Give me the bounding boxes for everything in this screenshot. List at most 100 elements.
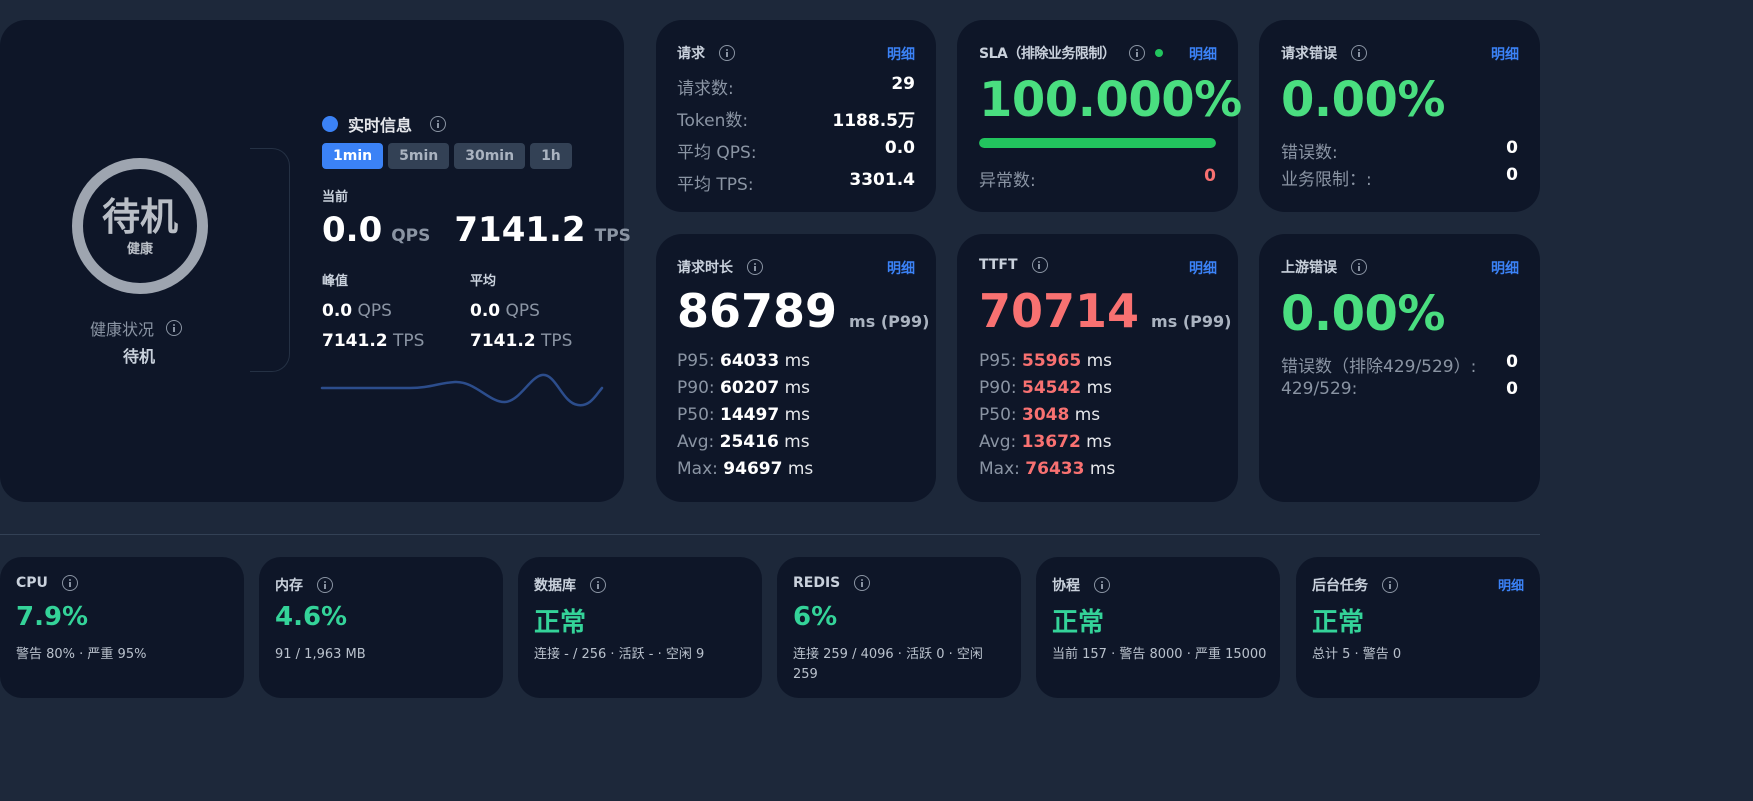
avg-qps-value: 0.0 bbox=[470, 301, 501, 321]
info-icon[interactable] bbox=[1382, 577, 1398, 593]
info-icon[interactable] bbox=[747, 259, 763, 275]
row-value: 0 bbox=[1506, 352, 1518, 372]
stat-value: 60207 bbox=[720, 378, 780, 398]
stat-unit: ms bbox=[1069, 405, 1101, 425]
row-value: 0 bbox=[1506, 165, 1518, 185]
requests-title-text: 请求 bbox=[677, 46, 705, 62]
background-tasks-card: 后台任务 明细 正常 总计 5 · 警告 0 bbox=[1296, 557, 1540, 698]
memory-card: 内存 4.6% 91 / 1,963 MB bbox=[259, 557, 503, 698]
ttft-p99: 70714 ms (P99) bbox=[979, 284, 1231, 338]
upstream-errors-card: 上游错误 明细 0.00% 错误数（排除429/529）: 0 429/529: 0 bbox=[1259, 234, 1540, 502]
peak-block: 峰值 0.0 QPS 7141.2 TPS bbox=[322, 270, 424, 356]
window-30min-button[interactable]: 30min bbox=[454, 143, 526, 169]
current-tps-unit: TPS bbox=[594, 226, 631, 246]
database-title: 数据库 bbox=[534, 575, 606, 595]
throughput-sparkline bbox=[320, 373, 604, 407]
info-icon[interactable] bbox=[1094, 577, 1110, 593]
stat-unit: ms bbox=[782, 459, 814, 479]
row-label: 平均 TPS: bbox=[677, 175, 754, 195]
ttft-p99-value: 70714 bbox=[979, 284, 1140, 338]
current-label: 当前 bbox=[322, 190, 349, 205]
info-icon[interactable] bbox=[854, 575, 871, 591]
avg-tps-unit: TPS bbox=[541, 331, 573, 351]
window-1h-button[interactable]: 1h bbox=[530, 143, 572, 169]
current-tps-value: 7141.2 bbox=[454, 210, 586, 250]
stat-value: 3048 bbox=[1022, 405, 1070, 425]
average-block: 平均 0.0 QPS 7141.2 TPS bbox=[470, 270, 572, 356]
request-errors-title-text: 请求错误 bbox=[1281, 46, 1337, 62]
row-value: 0 bbox=[1506, 379, 1518, 399]
stat-label: P90: bbox=[677, 378, 721, 398]
stat-value: 13672 bbox=[1021, 432, 1081, 452]
avg-tps-value: 7141.2 bbox=[470, 331, 536, 351]
window-1min-button[interactable]: 1min bbox=[322, 143, 384, 169]
info-icon[interactable] bbox=[166, 320, 183, 336]
avg-qps: 0.0 QPS bbox=[470, 296, 572, 326]
stat-unit: ms bbox=[1081, 378, 1112, 398]
info-icon[interactable] bbox=[590, 577, 606, 593]
sla-detail-link[interactable]: 明细 bbox=[1189, 44, 1217, 64]
goroutine-card: 协程 正常 当前 157 · 警告 8000 · 严重 15000 bbox=[1036, 557, 1280, 698]
row-value: 0 bbox=[1506, 138, 1518, 158]
info-icon[interactable] bbox=[1351, 45, 1367, 61]
info-icon[interactable] bbox=[719, 45, 735, 61]
sla-abnormal-row: 异常数: 0 bbox=[979, 166, 1216, 191]
window-5min-button[interactable]: 5min bbox=[388, 143, 450, 169]
stat-unit: ms bbox=[1084, 459, 1116, 479]
section-divider bbox=[0, 534, 1540, 535]
row-label: 错误数（排除429/529）: bbox=[1281, 357, 1477, 377]
sla-title: SLA（排除业务限制） bbox=[979, 43, 1164, 63]
info-icon[interactable] bbox=[317, 577, 333, 593]
duration-stats: P95: 64033 ms P90: 60207 ms P50: 14497 m… bbox=[677, 348, 813, 483]
health-overview-card: 待机 健康 健康状况 待机 实时信息 1min 5min 30min 1h 当前 0.… bbox=[0, 20, 631, 502]
duration-p99-unit: ms (P99) bbox=[849, 312, 930, 331]
sla-card: SLA（排除业务限制） 明细 100.000% 异常数: 0 bbox=[957, 20, 1242, 212]
upstream-errors-title-text: 上游错误 bbox=[1281, 260, 1337, 276]
info-icon[interactable] bbox=[1351, 259, 1367, 275]
ttft-detail-link[interactable]: 明细 bbox=[1189, 258, 1217, 278]
request-errors-detail-link[interactable]: 明细 bbox=[1491, 44, 1519, 64]
upstream-errors-row: 错误数（排除429/529）: 0 bbox=[1281, 352, 1518, 377]
background-tasks-title-text: 后台任务 bbox=[1312, 578, 1368, 594]
cpu-title-text: CPU bbox=[16, 575, 48, 591]
goroutine-value: 正常 bbox=[1052, 608, 1105, 638]
request-errors-value: 0.00% bbox=[1281, 72, 1446, 128]
health-ring-status: 待机 bbox=[101, 194, 178, 239]
realtime-dot-icon bbox=[322, 116, 338, 132]
request-duration-card: 请求时长 明细 86789 ms (P99) P95: 64033 ms P90… bbox=[656, 234, 936, 502]
upstream-errors-row: 429/529: 0 bbox=[1281, 379, 1518, 399]
info-icon[interactable] bbox=[1031, 257, 1048, 273]
upstream-errors-detail-link[interactable]: 明细 bbox=[1491, 258, 1519, 278]
info-icon[interactable] bbox=[1129, 45, 1146, 61]
request-errors-row: 业务限制：: 0 bbox=[1281, 165, 1518, 190]
goroutine-desc: 当前 157 · 警告 8000 · 严重 15000 bbox=[1052, 647, 1267, 662]
background-tasks-value: 正常 bbox=[1312, 608, 1365, 638]
stat-value: 54542 bbox=[1022, 378, 1082, 398]
goroutine-title-text: 协程 bbox=[1052, 578, 1080, 594]
info-icon[interactable] bbox=[430, 116, 447, 132]
stat-label: Avg: bbox=[677, 432, 720, 452]
background-tasks-detail-link[interactable]: 明细 bbox=[1498, 575, 1524, 594]
info-icon[interactable] bbox=[61, 575, 78, 591]
stat-unit: ms bbox=[778, 432, 810, 452]
cpu-value: 7.9% bbox=[16, 602, 89, 632]
health-status-ring: 待机 健康 bbox=[72, 158, 208, 294]
time-window-selector: 1min 5min 30min 1h bbox=[322, 143, 577, 169]
stat-unit: ms bbox=[779, 351, 810, 371]
stat-label: P95: bbox=[677, 351, 721, 371]
stat-row: P95: 55965 ms bbox=[979, 348, 1115, 375]
duration-title-text: 请求时长 bbox=[677, 260, 733, 276]
duration-detail-link[interactable]: 明细 bbox=[887, 258, 915, 278]
stat-value: 55965 bbox=[1022, 351, 1082, 371]
request-errors-title: 请求错误 bbox=[1281, 43, 1367, 63]
peak-tps-value: 7141.2 bbox=[322, 331, 388, 351]
stat-label: P50: bbox=[979, 405, 1023, 425]
cpu-desc: 警告 80% · 严重 95% bbox=[16, 647, 147, 662]
stat-value: 14497 bbox=[720, 405, 780, 425]
avg-label: 平均 bbox=[470, 274, 497, 289]
realtime-title: 实时信息 bbox=[348, 116, 413, 135]
requests-detail-link[interactable]: 明细 bbox=[887, 44, 915, 64]
duration-title: 请求时长 bbox=[677, 257, 763, 277]
stat-label: P50: bbox=[677, 405, 721, 425]
stat-label: Max: bbox=[979, 459, 1026, 479]
